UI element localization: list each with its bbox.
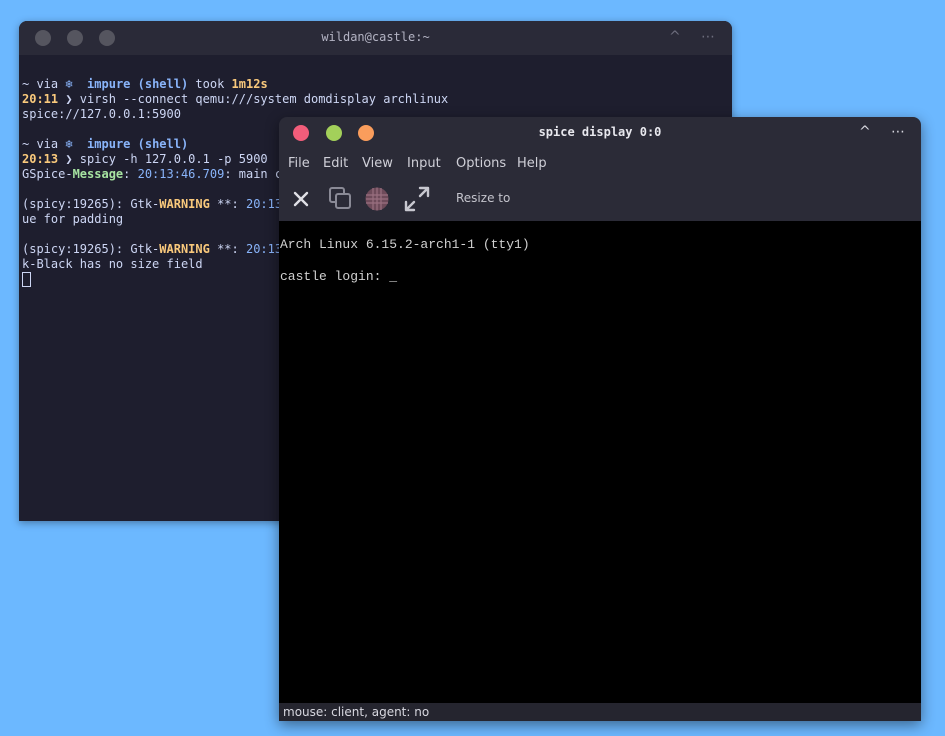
menu-input[interactable]: Input bbox=[407, 156, 441, 171]
terminal-segment: spice://127.0.0.1:5900 bbox=[22, 107, 181, 121]
guest-display[interactable]: Arch Linux 6.15.2-arch1-1 (tty1) castle … bbox=[279, 221, 921, 703]
web-globe-icon bbox=[365, 187, 389, 211]
login-prompt: castle login: _ bbox=[280, 269, 398, 284]
terminal-segment: 20:13 bbox=[22, 152, 59, 166]
terminal-segment: : bbox=[123, 167, 138, 181]
toolbar: Resize to bbox=[279, 177, 921, 221]
close-icon bbox=[293, 191, 309, 207]
terminal-segment: ~ via bbox=[22, 137, 66, 151]
terminal-segment: impure (shell) bbox=[72, 137, 189, 151]
close-connection-button[interactable] bbox=[285, 183, 317, 215]
copy-button[interactable] bbox=[325, 183, 357, 215]
menu-file[interactable]: File bbox=[288, 156, 310, 171]
terminal-segment: Message bbox=[72, 167, 124, 181]
menu-help[interactable]: Help bbox=[517, 156, 547, 171]
fullscreen-button[interactable] bbox=[401, 183, 433, 215]
terminal-segment: ue for padding bbox=[22, 212, 124, 226]
terminal-segment: **: bbox=[209, 197, 246, 211]
usb-redirect-button[interactable] bbox=[361, 183, 393, 215]
menu-bar: File Edit View Input Options Help bbox=[279, 149, 921, 177]
spice-title: spice display 0:0 bbox=[538, 125, 662, 139]
resize-to-button[interactable]: Resize to bbox=[456, 191, 510, 205]
terminal-segment: impure (shell) bbox=[72, 77, 189, 91]
terminal-line: 20:11 ❯ virsh --connect qemu:///system d… bbox=[22, 92, 732, 107]
terminal-segment: (spicy:19265): Gtk- bbox=[22, 242, 160, 256]
terminal-segment: (spicy:19265): Gtk- bbox=[22, 197, 160, 211]
terminal-segment: GSpice- bbox=[22, 167, 73, 181]
terminal-segment: ~ via bbox=[22, 77, 66, 91]
terminal-segment: took bbox=[188, 77, 232, 91]
spice-chevron-up-icon[interactable]: ^ bbox=[859, 124, 871, 140]
terminal-cursor bbox=[22, 272, 31, 287]
terminal-segment: 1m12s bbox=[231, 77, 268, 91]
terminal-segment: ❯ virsh --connect qemu:///system domdisp… bbox=[58, 92, 449, 106]
terminal-segment: WARNING bbox=[159, 242, 210, 256]
expand-icon bbox=[404, 186, 430, 212]
terminal-segment: 20:11 bbox=[22, 92, 59, 106]
status-text: mouse: client, agent: no bbox=[283, 705, 430, 719]
terminal-titlebar[interactable]: wildan@castle:~ ^ ⋯ bbox=[19, 21, 732, 55]
terminal-title: wildan@castle:~ bbox=[321, 30, 430, 44]
menu-options[interactable]: Options bbox=[456, 156, 506, 171]
terminal-segment: **: bbox=[209, 242, 246, 256]
console-banner: Arch Linux 6.15.2-arch1-1 (tty1) bbox=[280, 237, 530, 252]
terminal-menu-icon[interactable]: ⋯ bbox=[701, 29, 715, 45]
terminal-segment: k-Black has no size field bbox=[22, 257, 203, 271]
terminal-segment: ❄ bbox=[65, 77, 73, 91]
terminal-chevron-up-icon[interactable]: ^ bbox=[669, 29, 681, 45]
terminal-line: ~ via ❄ impure (shell) took 1m12s bbox=[22, 77, 732, 92]
menu-view[interactable]: View bbox=[362, 156, 393, 171]
spice-window[interactable]: spice display 0:0 ^ ⋯ File Edit View Inp… bbox=[279, 117, 921, 721]
copy-icon bbox=[329, 187, 351, 209]
terminal-segment: 20:13:46.709 bbox=[137, 167, 225, 181]
terminal-segment: ❯ spicy -h 127.0.0.1 -p 5900 bbox=[58, 152, 268, 166]
spice-menu-icon[interactable]: ⋯ bbox=[891, 124, 905, 140]
terminal-segment: ❄ bbox=[65, 137, 73, 151]
menu-edit[interactable]: Edit bbox=[323, 156, 348, 171]
spice-titlebar[interactable]: spice display 0:0 ^ ⋯ bbox=[279, 117, 921, 149]
terminal-segment: WARNING bbox=[159, 197, 210, 211]
status-bar: mouse: client, agent: no bbox=[279, 703, 921, 721]
